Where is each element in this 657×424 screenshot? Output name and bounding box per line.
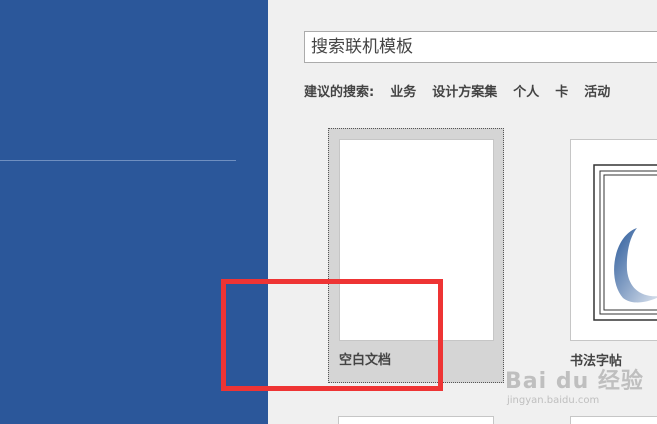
suggested-searches-label: 建议的搜索: <box>304 84 375 100</box>
suggested-searches: 建议的搜索: 业务 设计方案集 个人 卡 活动 <box>304 80 626 100</box>
template-thumbnail <box>570 139 657 341</box>
template-search-input[interactable]: 搜索联机模板 <box>304 31 657 63</box>
template-calligraphy[interactable]: 书法字帖 <box>570 139 657 384</box>
suggested-search-link[interactable]: 设计方案集 <box>432 81 497 100</box>
suggested-search-link[interactable]: 活动 <box>584 81 610 100</box>
calligraphy-preview-graphic <box>593 164 657 321</box>
suggested-search-link[interactable]: 业务 <box>390 81 416 100</box>
annotation-highlight-box <box>221 279 443 391</box>
watermark-url: jingyan.baidu.com <box>507 395 600 406</box>
template-thumbnail[interactable] <box>570 416 657 424</box>
suggested-search-link[interactable]: 卡 <box>555 81 568 100</box>
template-thumbnail[interactable] <box>338 416 494 424</box>
baidu-jingyan-watermark: Bai du 经验 jingyan.baidu.com <box>505 363 644 406</box>
suggested-search-link[interactable]: 个人 <box>513 81 539 100</box>
watermark-brand: Bai du 经验 <box>505 369 644 394</box>
sidebar-divider <box>0 160 236 161</box>
